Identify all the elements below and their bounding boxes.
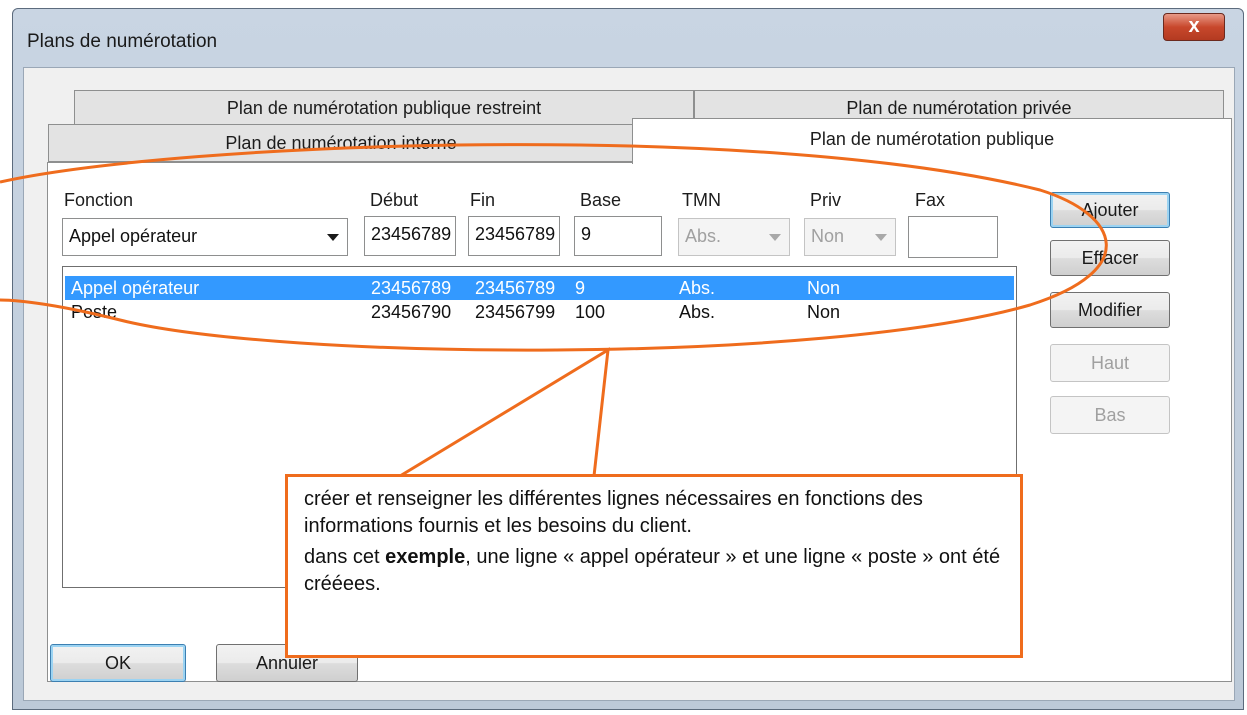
chevron-down-icon (327, 234, 339, 241)
row-fin: 23456789 (475, 278, 556, 298)
header-tmn: TMN (682, 190, 721, 210)
fonction-select[interactable]: Appel opérateur (62, 218, 348, 256)
effacer-button[interactable]: Effacer (1050, 240, 1170, 276)
bas-button: Bas (1050, 396, 1170, 434)
header-fax: Fax (915, 190, 946, 210)
row-fonction: Poste (71, 302, 118, 322)
header-fin: Fin (470, 190, 496, 210)
row-tmn: Abs. (679, 302, 716, 322)
fonction-select-value: Appel opérateur (69, 226, 198, 246)
modifier-button[interactable]: Modifier (1050, 292, 1170, 328)
callout-emphasis: exemple (385, 546, 466, 568)
list-item[interactable]: Poste 23456790 23456799 100 Abs. Non (65, 300, 1014, 324)
tmn-select-value: Abs. (685, 226, 722, 246)
row-debut: 23456790 (371, 302, 452, 322)
row-fin: 23456799 (475, 302, 556, 322)
row-tmn: Abs. (679, 278, 716, 298)
row-base: 9 (575, 278, 586, 298)
ajouter-button[interactable]: Ajouter (1050, 192, 1170, 228)
row-priv: Non (807, 302, 841, 322)
ok-button[interactable]: OK (50, 644, 186, 682)
chevron-down-icon (769, 234, 781, 241)
row-debut: 23456789 (371, 278, 452, 298)
row-priv: Non (807, 278, 841, 298)
base-input[interactable]: 9 (574, 216, 662, 256)
haut-button: Haut (1050, 344, 1170, 382)
tmn-select[interactable]: Abs. (678, 218, 790, 256)
fin-input[interactable]: 23456789 (468, 216, 560, 256)
callout-text-2: dans cet exemple, une ligne « appel opér… (304, 546, 1001, 595)
debut-input[interactable]: 23456789 (364, 216, 456, 256)
header-fonction: Fonction (64, 190, 134, 210)
annotation-callout: créer et renseigner les différentes lign… (285, 474, 1023, 658)
fax-input[interactable] (908, 216, 998, 258)
row-fonction: Appel opérateur (71, 278, 200, 298)
row-base: 100 (575, 302, 606, 322)
priv-select[interactable]: Non (804, 218, 896, 256)
header-priv: Priv (810, 190, 841, 210)
priv-select-value: Non (811, 226, 845, 246)
header-base: Base (580, 190, 622, 210)
header-debut: Début (370, 190, 419, 210)
callout-text-1: créer et renseigner les différentes lign… (304, 488, 923, 537)
list-item[interactable]: Appel opérateur 23456789 23456789 9 Abs.… (65, 276, 1014, 300)
chevron-down-icon (875, 234, 887, 241)
